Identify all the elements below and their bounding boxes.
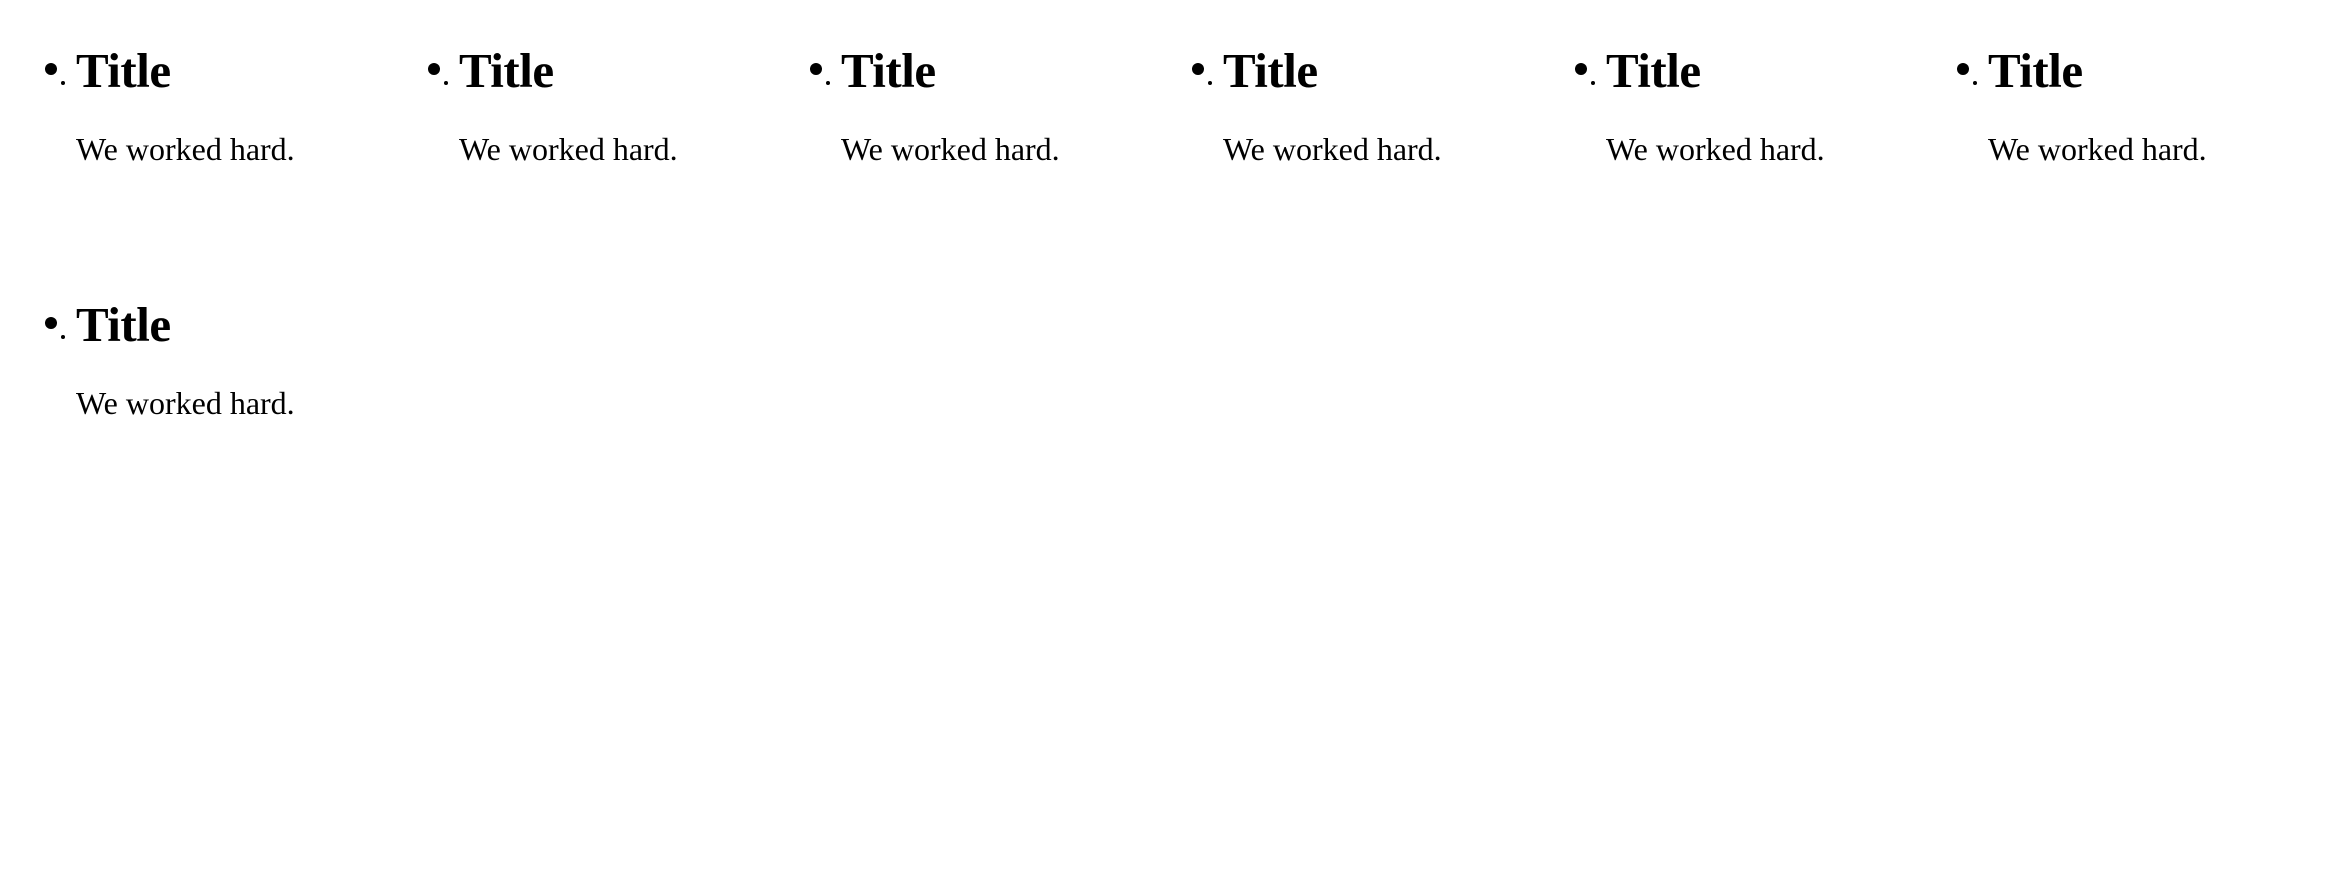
- list-item: Title We worked hard.: [45, 43, 406, 167]
- card-body: We worked hard.: [459, 131, 678, 167]
- list-item: Title We worked hard.: [1957, 43, 2318, 167]
- card-title: Title: [76, 43, 171, 98]
- card-list: Title We worked hard. Title We worked ha…: [0, 0, 2334, 882]
- card-body: We worked hard.: [76, 131, 295, 167]
- list-item: Title We worked hard.: [1192, 43, 1553, 167]
- bullet-icon: [428, 63, 440, 75]
- list-item: Title We worked hard.: [428, 43, 789, 167]
- card-body: We worked hard.: [1223, 131, 1442, 167]
- card-title: Title: [459, 43, 554, 98]
- card-title: Title: [76, 297, 171, 352]
- bullet-icon: [1957, 63, 1969, 75]
- list-item: Title We worked hard.: [45, 297, 406, 421]
- card-body: We worked hard.: [1988, 131, 2207, 167]
- bullet-icon: [1575, 63, 1587, 75]
- card-title: Title: [1223, 43, 1318, 98]
- bullet-icon: [45, 317, 57, 329]
- card-body: We worked hard.: [841, 131, 1060, 167]
- card-body: We worked hard.: [76, 385, 295, 421]
- card-title: Title: [1988, 43, 2083, 98]
- bullet-icon: [1192, 63, 1204, 75]
- list-item: Title We worked hard.: [810, 43, 1171, 167]
- list-item: Title We worked hard.: [1575, 43, 1936, 167]
- card-body: We worked hard.: [1606, 131, 1825, 167]
- bullet-icon: [810, 63, 822, 75]
- card-title: Title: [1606, 43, 1701, 98]
- card-title: Title: [841, 43, 936, 98]
- bullet-icon: [45, 63, 57, 75]
